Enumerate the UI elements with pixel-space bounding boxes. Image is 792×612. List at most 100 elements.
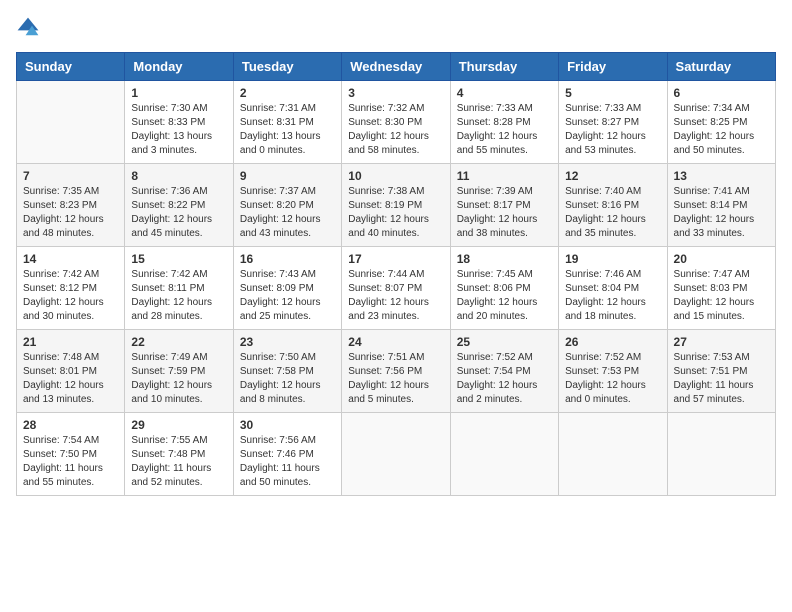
day-number: 4 [457,86,552,100]
calendar-day-cell: 30 Sunrise: 7:56 AMSunset: 7:46 PMDayligh… [233,413,341,496]
calendar-week-row: 28 Sunrise: 7:54 AMSunset: 7:50 PMDayligh… [17,413,776,496]
day-info: Sunrise: 7:39 AMSunset: 8:17 PMDaylight:… [457,185,552,241]
calendar-day-cell: 24 Sunrise: 7:51 AMSunset: 7:56 PMDayligh… [342,330,450,413]
day-info: Sunrise: 7:34 AMSunset: 8:25 PMDaylight:… [674,102,769,158]
day-number: 23 [240,335,335,349]
day-info: Sunrise: 7:50 AMSunset: 7:58 PMDaylight:… [240,351,335,407]
calendar-day-cell: 26 Sunrise: 7:52 AMSunset: 7:53 PMDayligh… [559,330,667,413]
day-number: 28 [23,418,118,432]
day-number: 7 [23,169,118,183]
weekday-header-wednesday: Wednesday [342,53,450,81]
day-info: Sunrise: 7:51 AMSunset: 7:56 PMDaylight:… [348,351,443,407]
calendar-day-cell: 27 Sunrise: 7:53 AMSunset: 7:51 PMDayligh… [667,330,775,413]
calendar-day-cell: 21 Sunrise: 7:48 AMSunset: 8:01 PMDayligh… [17,330,125,413]
day-info: Sunrise: 7:47 AMSunset: 8:03 PMDaylight:… [674,268,769,324]
day-info: Sunrise: 7:54 AMSunset: 7:50 PMDaylight:… [23,434,118,490]
day-info: Sunrise: 7:37 AMSunset: 8:20 PMDaylight:… [240,185,335,241]
day-number: 30 [240,418,335,432]
logo [16,16,44,40]
day-info: Sunrise: 7:55 AMSunset: 7:48 PMDaylight:… [131,434,226,490]
day-info: Sunrise: 7:43 AMSunset: 8:09 PMDaylight:… [240,268,335,324]
day-info: Sunrise: 7:35 AMSunset: 8:23 PMDaylight:… [23,185,118,241]
day-number: 9 [240,169,335,183]
weekday-header-saturday: Saturday [667,53,775,81]
calendar-day-cell [17,81,125,164]
day-number: 3 [348,86,443,100]
calendar-day-cell: 25 Sunrise: 7:52 AMSunset: 7:54 PMDayligh… [450,330,558,413]
day-number: 26 [565,335,660,349]
weekday-header-thursday: Thursday [450,53,558,81]
calendar-day-cell: 1 Sunrise: 7:30 AMSunset: 8:33 PMDaylight… [125,81,233,164]
day-info: Sunrise: 7:36 AMSunset: 8:22 PMDaylight:… [131,185,226,241]
day-info: Sunrise: 7:52 AMSunset: 7:53 PMDaylight:… [565,351,660,407]
day-number: 22 [131,335,226,349]
calendar-day-cell [559,413,667,496]
calendar-day-cell: 6 Sunrise: 7:34 AMSunset: 8:25 PMDaylight… [667,81,775,164]
day-info: Sunrise: 7:42 AMSunset: 8:11 PMDaylight:… [131,268,226,324]
calendar-week-row: 21 Sunrise: 7:48 AMSunset: 8:01 PMDayligh… [17,330,776,413]
calendar-day-cell [667,413,775,496]
day-number: 2 [240,86,335,100]
day-info: Sunrise: 7:30 AMSunset: 8:33 PMDaylight:… [131,102,226,158]
day-number: 13 [674,169,769,183]
calendar-week-row: 1 Sunrise: 7:30 AMSunset: 8:33 PMDaylight… [17,81,776,164]
calendar-day-cell: 7 Sunrise: 7:35 AMSunset: 8:23 PMDaylight… [17,164,125,247]
weekday-header-monday: Monday [125,53,233,81]
day-number: 24 [348,335,443,349]
calendar-week-row: 7 Sunrise: 7:35 AMSunset: 8:23 PMDaylight… [17,164,776,247]
day-number: 19 [565,252,660,266]
day-number: 29 [131,418,226,432]
day-info: Sunrise: 7:49 AMSunset: 7:59 PMDaylight:… [131,351,226,407]
weekday-header-sunday: Sunday [17,53,125,81]
calendar-day-cell: 5 Sunrise: 7:33 AMSunset: 8:27 PMDaylight… [559,81,667,164]
day-number: 15 [131,252,226,266]
day-number: 8 [131,169,226,183]
calendar-day-cell: 13 Sunrise: 7:41 AMSunset: 8:14 PMDayligh… [667,164,775,247]
day-info: Sunrise: 7:38 AMSunset: 8:19 PMDaylight:… [348,185,443,241]
day-info: Sunrise: 7:42 AMSunset: 8:12 PMDaylight:… [23,268,118,324]
calendar-day-cell: 9 Sunrise: 7:37 AMSunset: 8:20 PMDaylight… [233,164,341,247]
day-info: Sunrise: 7:52 AMSunset: 7:54 PMDaylight:… [457,351,552,407]
calendar-day-cell: 23 Sunrise: 7:50 AMSunset: 7:58 PMDayligh… [233,330,341,413]
day-number: 18 [457,252,552,266]
logo-icon [16,16,40,40]
day-number: 6 [674,86,769,100]
day-number: 5 [565,86,660,100]
day-number: 17 [348,252,443,266]
day-number: 12 [565,169,660,183]
day-number: 1 [131,86,226,100]
day-number: 25 [457,335,552,349]
calendar-day-cell: 15 Sunrise: 7:42 AMSunset: 8:11 PMDayligh… [125,247,233,330]
calendar-day-cell: 3Sunrise: 7:32 AMSunset: 8:30 PMDaylight… [342,81,450,164]
calendar-day-cell: 10 Sunrise: 7:38 AMSunset: 8:19 PMDayligh… [342,164,450,247]
calendar-day-cell: 11Sunrise: 7:39 AMSunset: 8:17 PMDayligh… [450,164,558,247]
day-info: Sunrise: 7:46 AMSunset: 8:04 PMDaylight:… [565,268,660,324]
day-info: Sunrise: 7:53 AMSunset: 7:51 PMDaylight:… [674,351,769,407]
calendar-header-row: SundayMondayTuesdayWednesdayThursdayFrid… [17,53,776,81]
calendar-day-cell: 20Sunrise: 7:47 AMSunset: 8:03 PMDayligh… [667,247,775,330]
weekday-header-tuesday: Tuesday [233,53,341,81]
day-info: Sunrise: 7:41 AMSunset: 8:14 PMDaylight:… [674,185,769,241]
day-info: Sunrise: 7:31 AMSunset: 8:31 PMDaylight:… [240,102,335,158]
calendar-day-cell: 16 Sunrise: 7:43 AMSunset: 8:09 PMDayligh… [233,247,341,330]
day-number: 21 [23,335,118,349]
day-number: 27 [674,335,769,349]
day-info: Sunrise: 7:40 AMSunset: 8:16 PMDaylight:… [565,185,660,241]
day-info: Sunrise: 7:48 AMSunset: 8:01 PMDaylight:… [23,351,118,407]
day-info: Sunrise: 7:33 AMSunset: 8:28 PMDaylight:… [457,102,552,158]
weekday-header-friday: Friday [559,53,667,81]
calendar-day-cell [450,413,558,496]
calendar-day-cell: 29 Sunrise: 7:55 AMSunset: 7:48 PMDayligh… [125,413,233,496]
calendar-day-cell: 17 Sunrise: 7:44 AMSunset: 8:07 PMDayligh… [342,247,450,330]
calendar-day-cell: 12 Sunrise: 7:40 AMSunset: 8:16 PMDayligh… [559,164,667,247]
day-number: 16 [240,252,335,266]
calendar-day-cell: 4 Sunrise: 7:33 AMSunset: 8:28 PMDaylight… [450,81,558,164]
page-header [16,16,776,40]
day-info: Sunrise: 7:44 AMSunset: 8:07 PMDaylight:… [348,268,443,324]
day-number: 10 [348,169,443,183]
calendar-day-cell: 28 Sunrise: 7:54 AMSunset: 7:50 PMDayligh… [17,413,125,496]
day-info: Sunrise: 7:33 AMSunset: 8:27 PMDaylight:… [565,102,660,158]
calendar-day-cell: 19 Sunrise: 7:46 AMSunset: 8:04 PMDayligh… [559,247,667,330]
calendar-day-cell: 14Sunrise: 7:42 AMSunset: 8:12 PMDayligh… [17,247,125,330]
day-info: Sunrise: 7:56 AMSunset: 7:46 PMDaylight:… [240,434,335,490]
